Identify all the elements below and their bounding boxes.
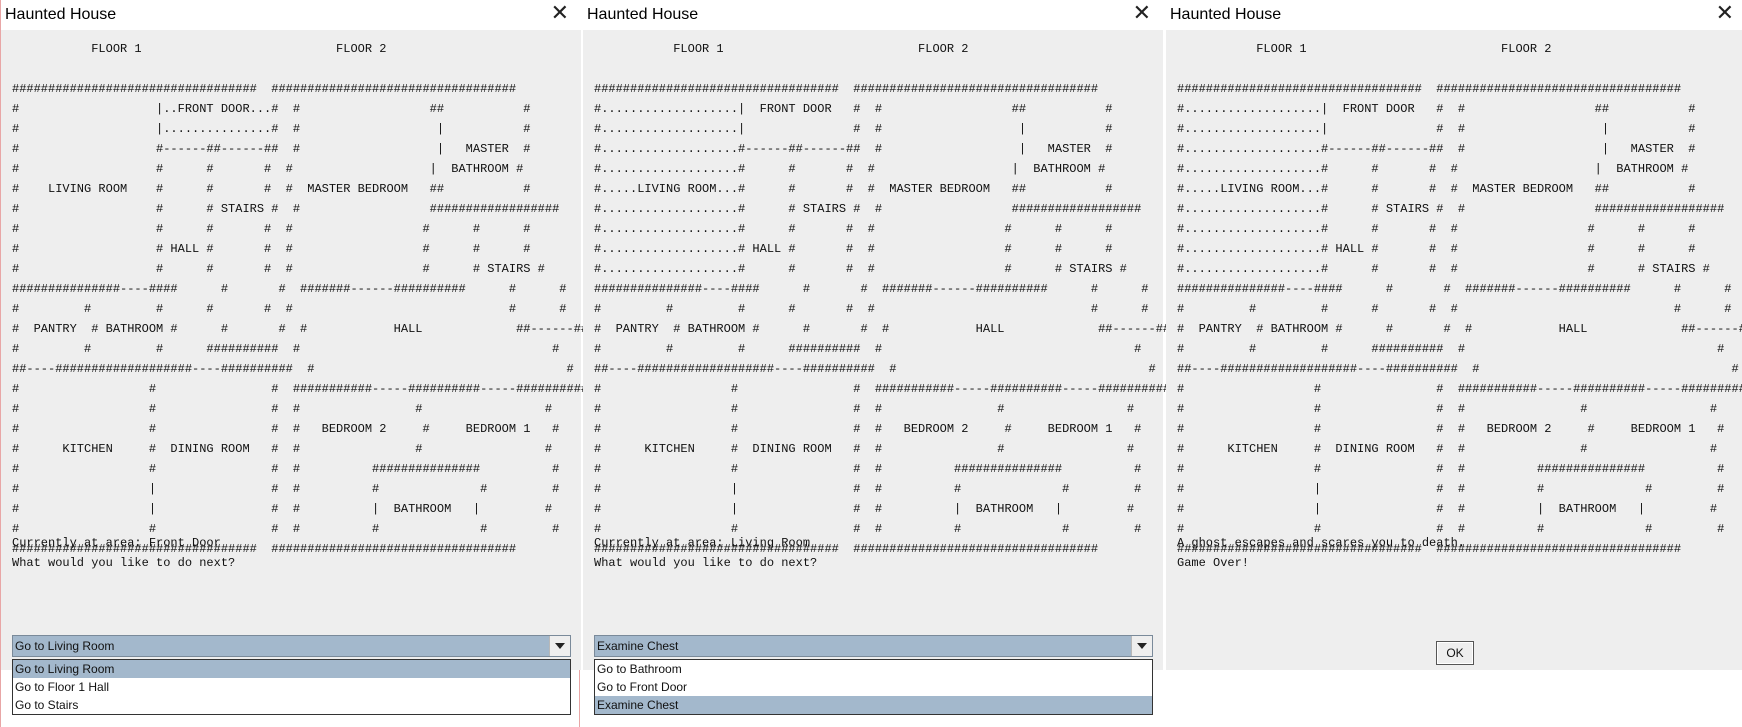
action-select[interactable]: Examine Chest [594, 635, 1153, 657]
chevron-down-icon [1137, 643, 1147, 649]
ascii-map: FLOOR 1 FLOOR 2 ########################… [1177, 42, 1742, 556]
game-window-2: Haunted House ✕ FLOOR 1 FLOOR 2 ########… [583, 0, 1170, 727]
window-title: Haunted House [5, 6, 117, 23]
status-text: Currently at area: Front Door [12, 536, 221, 550]
game-over-text: Game Over! [1177, 556, 1250, 570]
dropdown-option[interactable]: Go to Front Door [595, 678, 1152, 696]
dropdown-option[interactable]: Go to Bathroom [595, 660, 1152, 678]
action-dropdown-list: Go to Bathroom Go to Front Door Examine … [594, 659, 1153, 715]
title-bar: Haunted House ✕ [583, 0, 1163, 30]
title-bar: Haunted House ✕ [1166, 0, 1742, 30]
dropdown-option[interactable]: Go to Floor 1 Hall [13, 678, 570, 696]
action-select-value: Go to Living Room [15, 639, 115, 653]
game-window-1: Haunted House ✕ FLOOR 1 FLOOR 2 ########… [0, 0, 588, 727]
ok-button[interactable]: OK [1436, 641, 1474, 665]
dropdown-option[interactable]: Go to Stairs [13, 696, 570, 714]
action-dropdown-list: Go to Living Room Go to Floor 1 Hall Go … [12, 659, 571, 715]
status-text: Currently at area: Living Room [594, 536, 811, 550]
close-icon[interactable]: ✕ [1716, 2, 1734, 26]
close-icon[interactable]: ✕ [551, 2, 569, 26]
game-panel: FLOOR 1 FLOOR 2 ########################… [583, 30, 1170, 670]
dropdown-button[interactable] [549, 636, 570, 656]
window-title: Haunted House [587, 6, 699, 23]
death-message: A ghost escapes and scares you to death. [1177, 536, 1466, 550]
game-panel: FLOOR 1 FLOOR 2 ########################… [1, 30, 588, 670]
action-select[interactable]: Go to Living Room [12, 635, 571, 657]
prompt-text: What would you like to do next? [12, 556, 236, 570]
dropdown-option[interactable]: Examine Chest [595, 696, 1152, 714]
game-panel: FLOOR 1 FLOOR 2 ########################… [1166, 30, 1742, 670]
dropdown-option[interactable]: Go to Living Room [13, 660, 570, 678]
chevron-down-icon [555, 643, 565, 649]
ascii-map: FLOOR 1 FLOOR 2 ########################… [12, 42, 589, 556]
title-bar: Haunted House ✕ [1, 0, 581, 30]
game-window-3: Haunted House ✕ FLOOR 1 FLOOR 2 ########… [1166, 0, 1742, 727]
ascii-map: FLOOR 1 FLOOR 2 ########################… [594, 42, 1171, 556]
close-icon[interactable]: ✕ [1133, 2, 1151, 26]
prompt-text: What would you like to do next? [594, 556, 818, 570]
dropdown-button[interactable] [1131, 636, 1152, 656]
action-select-value: Examine Chest [597, 639, 679, 653]
window-title: Haunted House [1170, 6, 1282, 23]
